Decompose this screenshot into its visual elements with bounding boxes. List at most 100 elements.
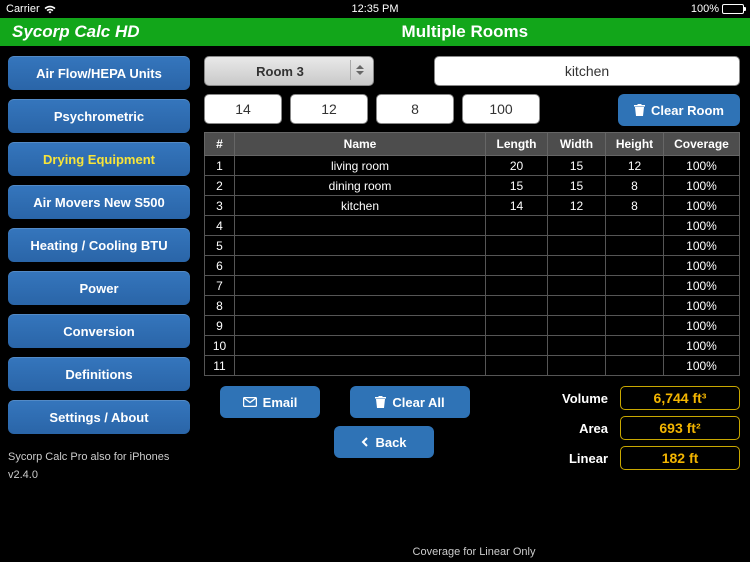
- table-row[interactable]: 2dining room15158100%: [205, 176, 740, 196]
- cell-length: [486, 236, 548, 256]
- cell-name: [235, 356, 486, 376]
- cell-width: 12: [548, 196, 606, 216]
- email-button[interactable]: Email: [220, 386, 320, 418]
- cell-height: [606, 256, 664, 276]
- cell-height: 12: [606, 156, 664, 176]
- rooms-table: # Name Length Width Height Coverage 1liv…: [204, 132, 740, 376]
- cell-length: [486, 296, 548, 316]
- cell-width: [548, 236, 606, 256]
- clear-room-button[interactable]: Clear Room: [618, 94, 740, 126]
- cell-coverage: 100%: [664, 276, 740, 296]
- cell-coverage: 100%: [664, 336, 740, 356]
- cell-height: [606, 236, 664, 256]
- table-row[interactable]: 1living room201512100%: [205, 156, 740, 176]
- cell-length: 20: [486, 156, 548, 176]
- cell-num: 11: [205, 356, 235, 376]
- cell-height: 8: [606, 176, 664, 196]
- coverage-note: Coverage for Linear Only: [198, 546, 750, 558]
- cell-num: 7: [205, 276, 235, 296]
- clear-all-button[interactable]: Clear All: [350, 386, 470, 418]
- height-input[interactable]: [376, 94, 454, 124]
- cell-name: [235, 256, 486, 276]
- cell-name: [235, 276, 486, 296]
- cell-length: [486, 336, 548, 356]
- room-name-input[interactable]: [434, 56, 740, 86]
- trash-icon: [634, 104, 645, 116]
- cell-coverage: 100%: [664, 176, 740, 196]
- cell-coverage: 100%: [664, 356, 740, 376]
- table-row[interactable]: 11 100%: [205, 356, 740, 376]
- length-input[interactable]: [204, 94, 282, 124]
- cell-num: 3: [205, 196, 235, 216]
- back-label: Back: [375, 435, 406, 450]
- cell-num: 10: [205, 336, 235, 356]
- email-label: Email: [263, 395, 298, 410]
- cell-name: [235, 236, 486, 256]
- sidebar-item-airmovers[interactable]: Air Movers New S500: [8, 185, 190, 219]
- cell-length: [486, 216, 548, 236]
- cell-height: [606, 316, 664, 336]
- sidebar: Air Flow/HEPA Units Psychrometric Drying…: [0, 46, 198, 562]
- cell-length: [486, 276, 548, 296]
- cell-width: [548, 296, 606, 316]
- chevron-left-icon: [361, 437, 369, 447]
- cell-width: [548, 316, 606, 336]
- table-row[interactable]: 10 100%: [205, 336, 740, 356]
- cell-num: 1: [205, 156, 235, 176]
- cell-name: kitchen: [235, 196, 486, 216]
- app-title: Sycorp Calc HD: [12, 22, 140, 42]
- cell-coverage: 100%: [664, 256, 740, 276]
- results-panel: Volume 6,744 ft³ Area 693 ft² Linear 182…: [494, 386, 740, 470]
- cell-coverage: 100%: [664, 316, 740, 336]
- table-row[interactable]: 3kitchen14128100%: [205, 196, 740, 216]
- cell-height: [606, 336, 664, 356]
- cell-length: 15: [486, 176, 548, 196]
- th-name: Name: [235, 133, 486, 156]
- table-row[interactable]: 4100%: [205, 216, 740, 236]
- table-row[interactable]: 9100%: [205, 316, 740, 336]
- cell-height: [606, 296, 664, 316]
- sidebar-item-psychrometric[interactable]: Psychrometric: [8, 99, 190, 133]
- wifi-icon: [44, 5, 56, 14]
- area-label: Area: [494, 421, 612, 436]
- cell-width: 15: [548, 176, 606, 196]
- linear-value: 182 ft: [620, 446, 740, 470]
- width-input[interactable]: [290, 94, 368, 124]
- back-button[interactable]: Back: [334, 426, 434, 458]
- cell-num: 2: [205, 176, 235, 196]
- th-width: Width: [548, 133, 606, 156]
- cell-length: [486, 256, 548, 276]
- sidebar-item-airflow[interactable]: Air Flow/HEPA Units: [8, 56, 190, 90]
- status-bar: Carrier 12:35 PM 100%: [0, 0, 750, 18]
- cell-num: 8: [205, 296, 235, 316]
- th-length: Length: [486, 133, 548, 156]
- cell-num: 6: [205, 256, 235, 276]
- th-num: #: [205, 133, 235, 156]
- volume-label: Volume: [494, 391, 612, 406]
- sidebar-item-settings[interactable]: Settings / About: [8, 400, 190, 434]
- table-row[interactable]: 6 100%: [205, 256, 740, 276]
- cell-width: [548, 356, 606, 376]
- clear-all-label: Clear All: [392, 395, 444, 410]
- coverage-input[interactable]: [462, 94, 540, 124]
- clear-room-label: Clear Room: [651, 103, 724, 118]
- table-row[interactable]: 8100%: [205, 296, 740, 316]
- sidebar-item-btu[interactable]: Heating / Cooling BTU: [8, 228, 190, 262]
- sidebar-item-definitions[interactable]: Definitions: [8, 357, 190, 391]
- cell-name: [235, 216, 486, 236]
- cell-length: [486, 316, 548, 336]
- room-select[interactable]: Room 3: [204, 56, 374, 86]
- sidebar-item-power[interactable]: Power: [8, 271, 190, 305]
- table-row[interactable]: 7 100%: [205, 276, 740, 296]
- sidebar-item-drying[interactable]: Drying Equipment: [8, 142, 190, 176]
- area-value: 693 ft²: [620, 416, 740, 440]
- content-area: Room 3 Clear Room # Name Length: [198, 46, 750, 562]
- cell-name: dining room: [235, 176, 486, 196]
- table-row[interactable]: 5100%: [205, 236, 740, 256]
- cell-height: [606, 216, 664, 236]
- sidebar-item-conversion[interactable]: Conversion: [8, 314, 190, 348]
- cell-height: [606, 276, 664, 296]
- cell-width: [548, 336, 606, 356]
- page-title: Multiple Rooms: [402, 22, 529, 42]
- battery-icon: [722, 4, 744, 14]
